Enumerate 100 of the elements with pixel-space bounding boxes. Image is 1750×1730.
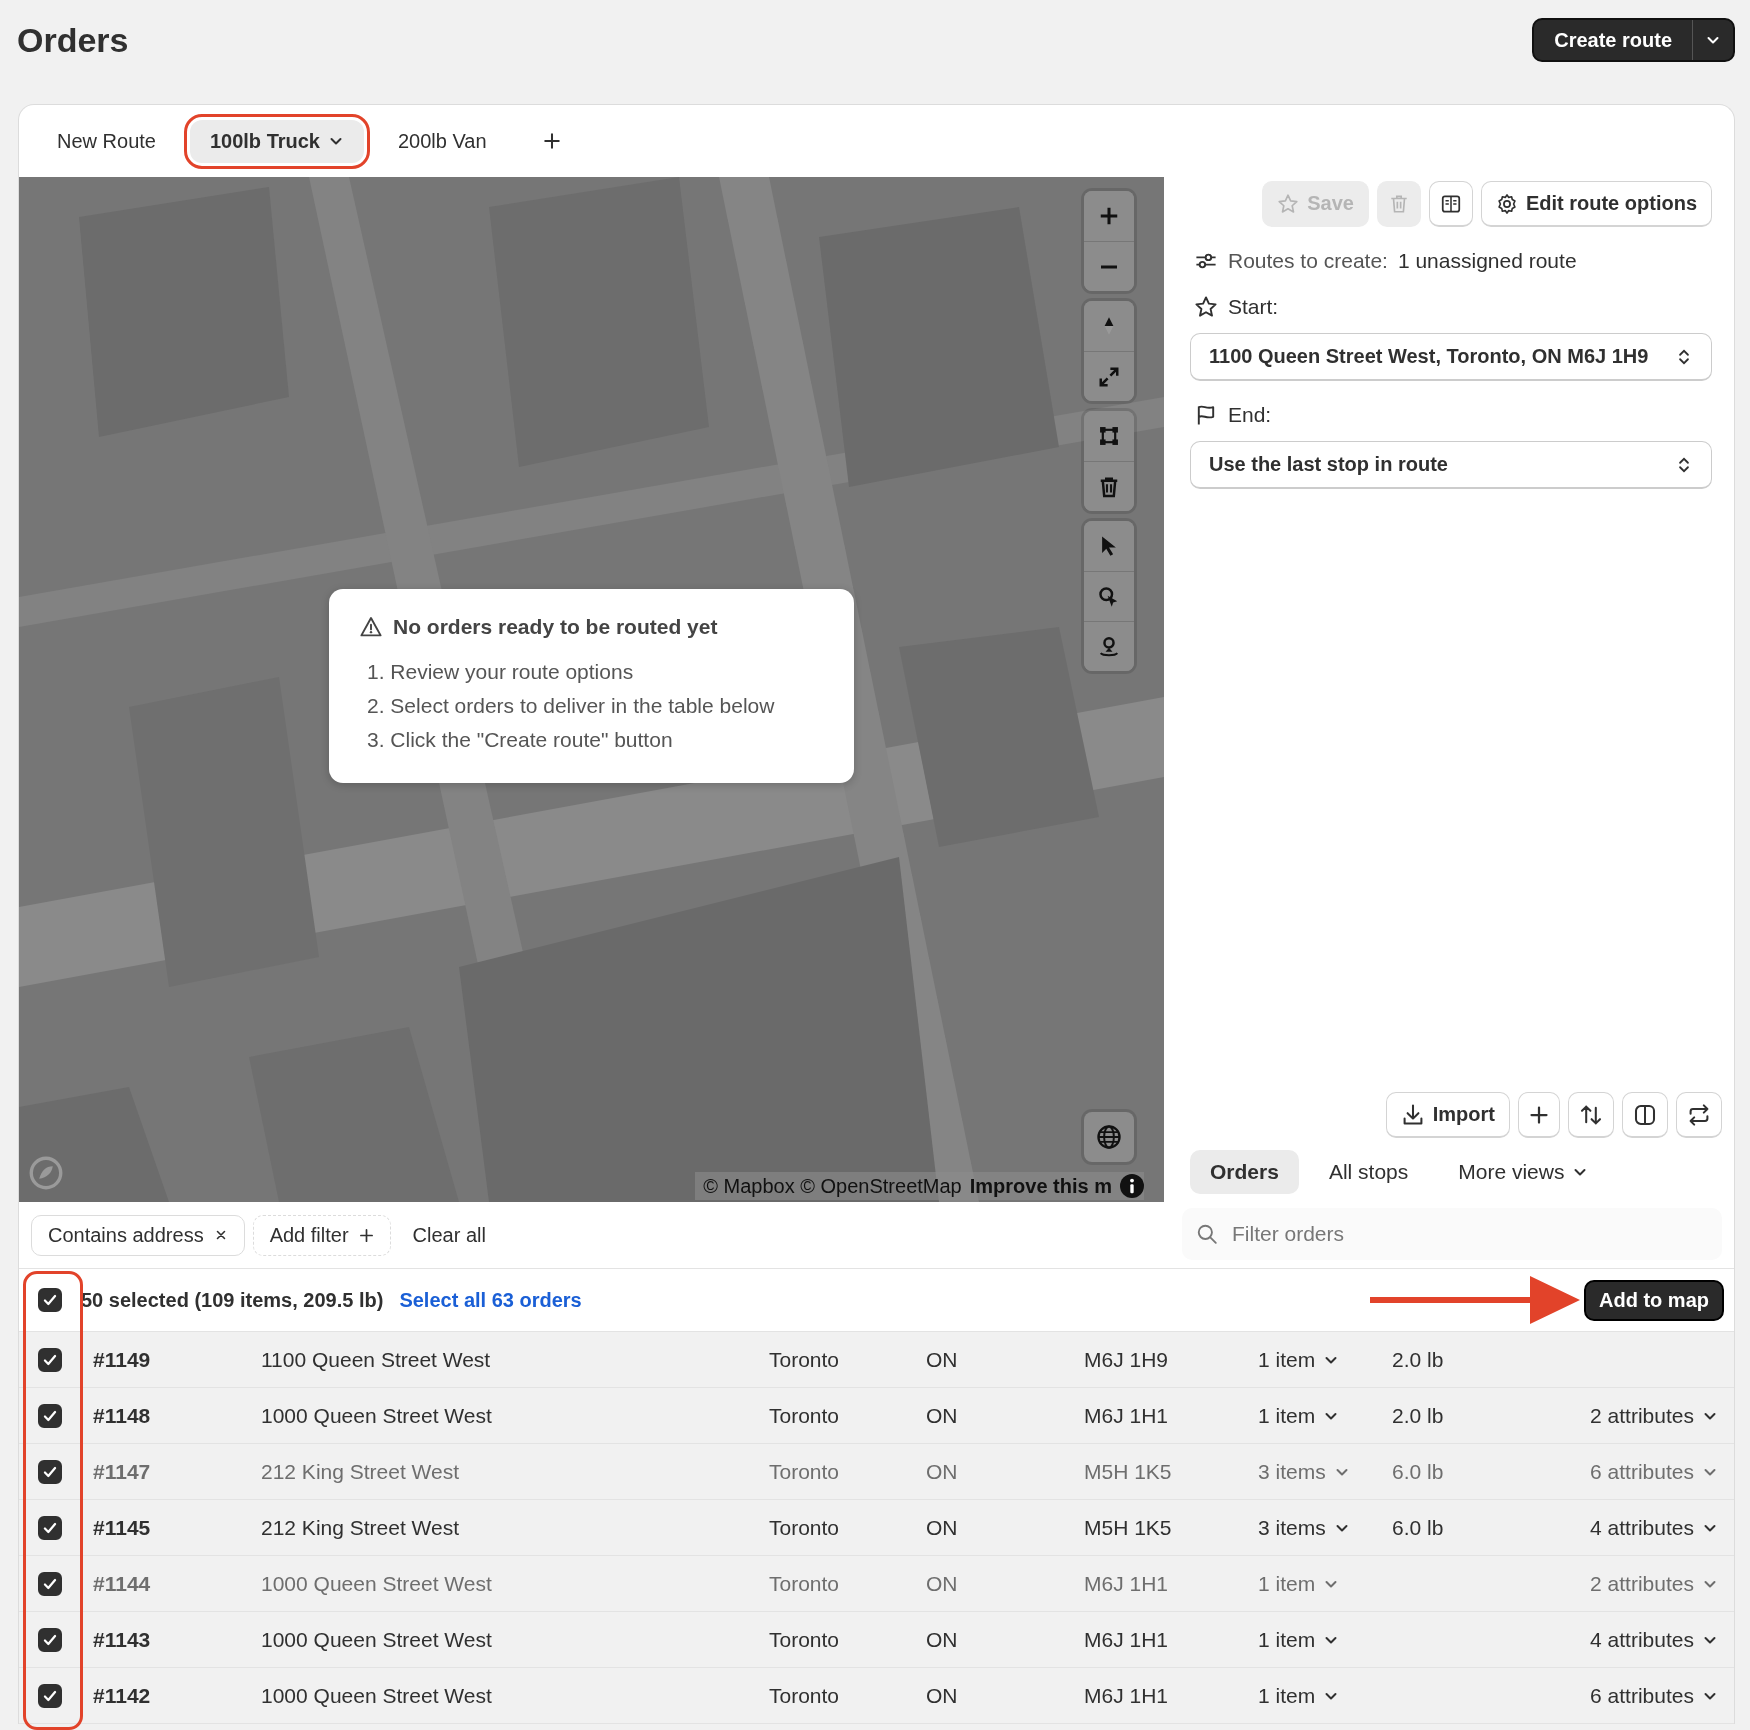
- end-select[interactable]: Use the last stop in route: [1190, 441, 1712, 489]
- person-pin-icon: [1098, 635, 1120, 658]
- items-dropdown[interactable]: 1 item: [1258, 1347, 1340, 1372]
- expand-icon: [1098, 365, 1120, 388]
- checkbox[interactable]: [38, 1515, 62, 1540]
- popup-title: No orders ready to be routed yet: [393, 615, 718, 639]
- postal-code-cell-text: M6J 1H1: [1084, 1571, 1170, 1596]
- book-button[interactable]: [1428, 181, 1473, 227]
- view-tab[interactable]: Orders: [1190, 1150, 1299, 1194]
- search-icon: [1196, 1223, 1218, 1245]
- items-dropdown[interactable]: 1 item: [1258, 1683, 1340, 1708]
- map-attribution: © Mapbox © OpenStreetMap: [703, 1174, 962, 1198]
- city-cell-text: Toronto: [769, 1683, 841, 1708]
- instruction-step: 1. Review your route options: [359, 655, 824, 689]
- route-tab[interactable]: 200lb Van: [378, 119, 507, 163]
- add-filter-button[interactable]: Add filter: [252, 1214, 391, 1256]
- start-select[interactable]: 1100 Queen Street West, Toronto, ON M6J 1H9: [1190, 333, 1712, 381]
- city-cell-text: Toronto: [769, 1627, 841, 1652]
- weight-cell: 6.0 lb: [1392, 1459, 1444, 1483]
- info-icon[interactable]: [1120, 1174, 1144, 1198]
- clear-all-button[interactable]: Clear all: [398, 1215, 500, 1255]
- location-person-button[interactable]: [1084, 621, 1134, 671]
- province-cell-text: ON: [926, 1403, 959, 1428]
- order-row[interactable]: #1143 1000 Queen Street West Toronto ON M6J 1H1 1 item 4 attributes: [19, 1612, 1734, 1668]
- improve-map-link[interactable]: Improve this m: [969, 1174, 1112, 1198]
- book-icon: [1439, 192, 1462, 215]
- items-dropdown[interactable]: 1 item: [1258, 1571, 1340, 1596]
- checkbox[interactable]: [38, 1571, 62, 1596]
- attributes-dropdown[interactable]: 4 attributes: [1590, 1627, 1718, 1652]
- checkbox[interactable]: [38, 1627, 62, 1652]
- search-field[interactable]: Filter orders: [1182, 1208, 1722, 1260]
- page-title: Orders: [17, 20, 129, 60]
- items-dropdown[interactable]: 3 items: [1258, 1515, 1350, 1540]
- postal-code-cell-text: M6J 1H1: [1084, 1403, 1170, 1428]
- order-number: #1143: [92, 1627, 152, 1652]
- items-dropdown[interactable]: 3 items: [1258, 1459, 1350, 1484]
- order-number: #1148: [92, 1403, 152, 1428]
- logo-icon: [29, 1156, 63, 1190]
- attributes-dropdown[interactable]: 6 attributes: [1590, 1459, 1718, 1484]
- create-route-button[interactable]: Create route: [1534, 20, 1692, 60]
- filter-chip[interactable]: Contains address: [31, 1214, 245, 1256]
- order-row[interactable]: #1148 1000 Queen Street West Toronto ON M6J 1H1 1 item 2.0 lb 2 attributes: [19, 1388, 1734, 1444]
- order-row[interactable]: #1142 1000 Queen Street West Toronto ON M6J 1H1 1 item 6 attributes: [19, 1668, 1734, 1724]
- add-button[interactable]: [1518, 1092, 1560, 1138]
- fullscreen-button[interactable]: [1084, 351, 1134, 401]
- postal-code-cell-text: M5H 1K5: [1084, 1515, 1173, 1540]
- city-cell-text: Toronto: [769, 1515, 841, 1540]
- delete-button[interactable]: [1084, 461, 1134, 511]
- checkbox[interactable]: [38, 1288, 62, 1312]
- order-row[interactable]: #1145 212 King Street West Toronto ON M5H 1K5 3 items 6.0 lb 4 attributes: [19, 1500, 1734, 1556]
- import-button[interactable]: Import: [1385, 1092, 1510, 1138]
- attributes-dropdown[interactable]: 6 attributes: [1590, 1683, 1718, 1708]
- order-row[interactable]: #1149 1100 Queen Street West Toronto ON M6J 1H9 1 item 2.0 lb: [19, 1332, 1734, 1388]
- order-row[interactable]: #1147 212 King Street West Toronto ON M5H 1K5 3 items 6.0 lb 6 attributes: [19, 1444, 1734, 1500]
- checkbox[interactable]: [38, 1347, 62, 1372]
- order-row[interactable]: #1144 1000 Queen Street West Toronto ON M6J 1H1 1 item 2 attributes: [19, 1556, 1734, 1612]
- polygon-icon: [1098, 425, 1120, 447]
- start-label: Start:: [1228, 295, 1279, 319]
- route-tab[interactable]: New Route: [37, 119, 176, 163]
- routes-label: Routes to create:: [1228, 249, 1388, 273]
- checkbox[interactable]: [38, 1459, 62, 1484]
- routes-value: 1 unassigned route: [1397, 249, 1577, 273]
- add-to-map-button[interactable]: Add to map: [1584, 1279, 1724, 1321]
- globe-icon: [1096, 1124, 1122, 1150]
- checkbox[interactable]: [38, 1683, 62, 1708]
- globe-button[interactable]: [1084, 1112, 1134, 1162]
- weight-cell: 2.0 lb: [1392, 1403, 1444, 1427]
- items-dropdown[interactable]: 1 item: [1258, 1403, 1340, 1428]
- edit-route-options-button[interactable]: Edit route options: [1480, 181, 1712, 227]
- swap-button[interactable]: [1676, 1092, 1722, 1138]
- plus-icon: [1529, 1104, 1549, 1125]
- weight-cell: 2.0 lb: [1392, 1347, 1444, 1371]
- zoom-out-button[interactable]: [1084, 241, 1134, 291]
- address-cell-text: 1000 Queen Street West: [261, 1403, 493, 1428]
- province-cell-text: ON: [926, 1459, 959, 1484]
- address-cell-text: 1100 Queen Street West: [261, 1347, 492, 1372]
- city-cell-text: Toronto: [769, 1571, 841, 1596]
- checkbox[interactable]: [38, 1403, 62, 1428]
- postal-code-cell-text: M6J 1H1: [1084, 1683, 1170, 1708]
- plus-icon: [1098, 205, 1120, 227]
- columns-button[interactable]: [1622, 1092, 1668, 1138]
- attributes-dropdown[interactable]: 4 attributes: [1590, 1515, 1718, 1540]
- view-tab[interactable]: All stops: [1308, 1150, 1429, 1194]
- attributes-dropdown[interactable]: 2 attributes: [1590, 1571, 1718, 1596]
- minus-icon: [1099, 264, 1119, 269]
- order-number: #1147: [92, 1459, 152, 1484]
- items-dropdown[interactable]: 1 item: [1258, 1627, 1340, 1652]
- columns-icon: [1633, 1102, 1657, 1127]
- view-tab[interactable]: More views: [1438, 1150, 1609, 1194]
- order-number: #1144: [92, 1571, 152, 1596]
- swap-arrows-icon: [1687, 1102, 1711, 1127]
- instruction-step: 3. Click the "Create route" button: [359, 723, 824, 757]
- attributes-dropdown[interactable]: 2 attributes: [1590, 1403, 1718, 1428]
- sort-button[interactable]: [1568, 1092, 1614, 1138]
- instruction-step: 2. Select orders to deliver in the table below: [359, 689, 824, 723]
- order-number: #1142: [92, 1683, 152, 1708]
- select-all-link[interactable]: Select all 63 orders: [399, 1288, 582, 1312]
- plus-icon: [542, 132, 561, 150]
- star-icon: [1194, 295, 1218, 319]
- province-cell-text: ON: [926, 1627, 959, 1652]
